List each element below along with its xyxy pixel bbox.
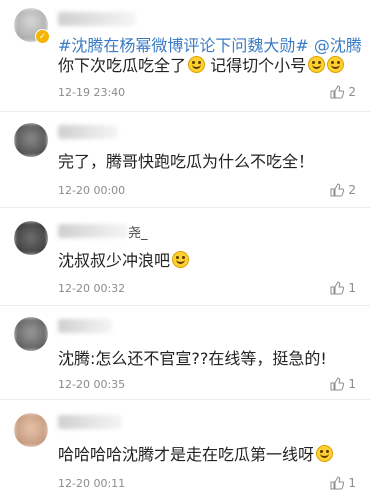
avatar[interactable] <box>14 221 48 255</box>
comment-item: 哈哈哈哈沈腾才是走在吃瓜第一线呀 12-20 00:11 1 <box>0 399 370 498</box>
like-button[interactable]: 1 <box>330 377 356 391</box>
comment-text: 沈腾:怎么还不官宣??在线等，挺急的! <box>58 349 327 368</box>
emoji-icon <box>316 445 334 462</box>
like-button[interactable]: 1 <box>330 476 356 490</box>
like-count: 1 <box>348 281 356 295</box>
thumbs-up-icon <box>330 377 345 391</box>
thumbs-up-icon <box>330 476 345 490</box>
emoji-icon <box>308 56 326 73</box>
username[interactable] <box>58 12 136 26</box>
thumbs-up-icon <box>330 281 345 295</box>
like-count: 1 <box>348 476 356 490</box>
emoji-icon <box>172 251 190 268</box>
like-count: 2 <box>348 85 356 99</box>
username[interactable] <box>58 319 112 333</box>
comment-item: 尧_ 沈叔叔少冲浪吧 12-20 00:32 1 <box>0 207 370 306</box>
comment-time: 12-20 00:32 <box>58 282 126 295</box>
comment-text: 沈叔叔少冲浪吧 <box>58 250 362 272</box>
comment-time: 12-20 00:00 <box>58 184 126 197</box>
thumbs-up-icon <box>330 85 345 99</box>
comment-time: 12-19 23:40 <box>58 86 126 99</box>
comment-feed: ✓ #沈腾在杨幂微博评论下问魏大勋# @沈腾 你下次吃瓜吃全了 记得切个小号 1… <box>0 0 370 498</box>
like-count: 2 <box>348 183 356 197</box>
like-count: 1 <box>348 377 356 391</box>
avatar[interactable] <box>14 123 48 157</box>
comment-text: #沈腾在杨幂微博评论下问魏大勋# @沈腾 你下次吃瓜吃全了 记得切个小号 <box>58 36 362 75</box>
like-button[interactable]: 1 <box>330 281 356 295</box>
username-suffix: 尧_ <box>128 226 148 241</box>
thumbs-up-icon <box>330 183 345 197</box>
avatar[interactable] <box>14 413 48 447</box>
comment-time: 12-20 00:11 <box>58 477 126 490</box>
like-button[interactable]: 2 <box>330 183 356 197</box>
comment-text: 完了，腾哥快跑吃瓜为什么不吃全！ <box>58 152 315 171</box>
username[interactable] <box>58 125 118 139</box>
comment-text: 哈哈哈哈沈腾才是走在吃瓜第一线呀 <box>58 444 362 466</box>
emoji-icon <box>327 56 345 73</box>
username[interactable] <box>58 415 122 429</box>
username[interactable] <box>58 224 128 238</box>
like-button[interactable]: 2 <box>330 85 356 99</box>
emoji-icon <box>188 56 206 73</box>
comment-item: ✓ #沈腾在杨幂微博评论下问魏大勋# @沈腾 你下次吃瓜吃全了 记得切个小号 1… <box>0 0 370 112</box>
comment-item: 沈腾:怎么还不官宣??在线等，挺急的! 12-20 00:35 1 <box>0 305 370 400</box>
topic-link[interactable]: #沈腾在杨幂微博评论下问魏大勋# @沈腾 <box>58 36 362 55</box>
comment-time: 12-20 00:35 <box>58 378 126 391</box>
verified-badge-icon: ✓ <box>35 29 50 44</box>
avatar[interactable] <box>14 317 48 351</box>
comment-item: 完了，腾哥快跑吃瓜为什么不吃全！ 12-20 00:00 2 <box>0 111 370 208</box>
